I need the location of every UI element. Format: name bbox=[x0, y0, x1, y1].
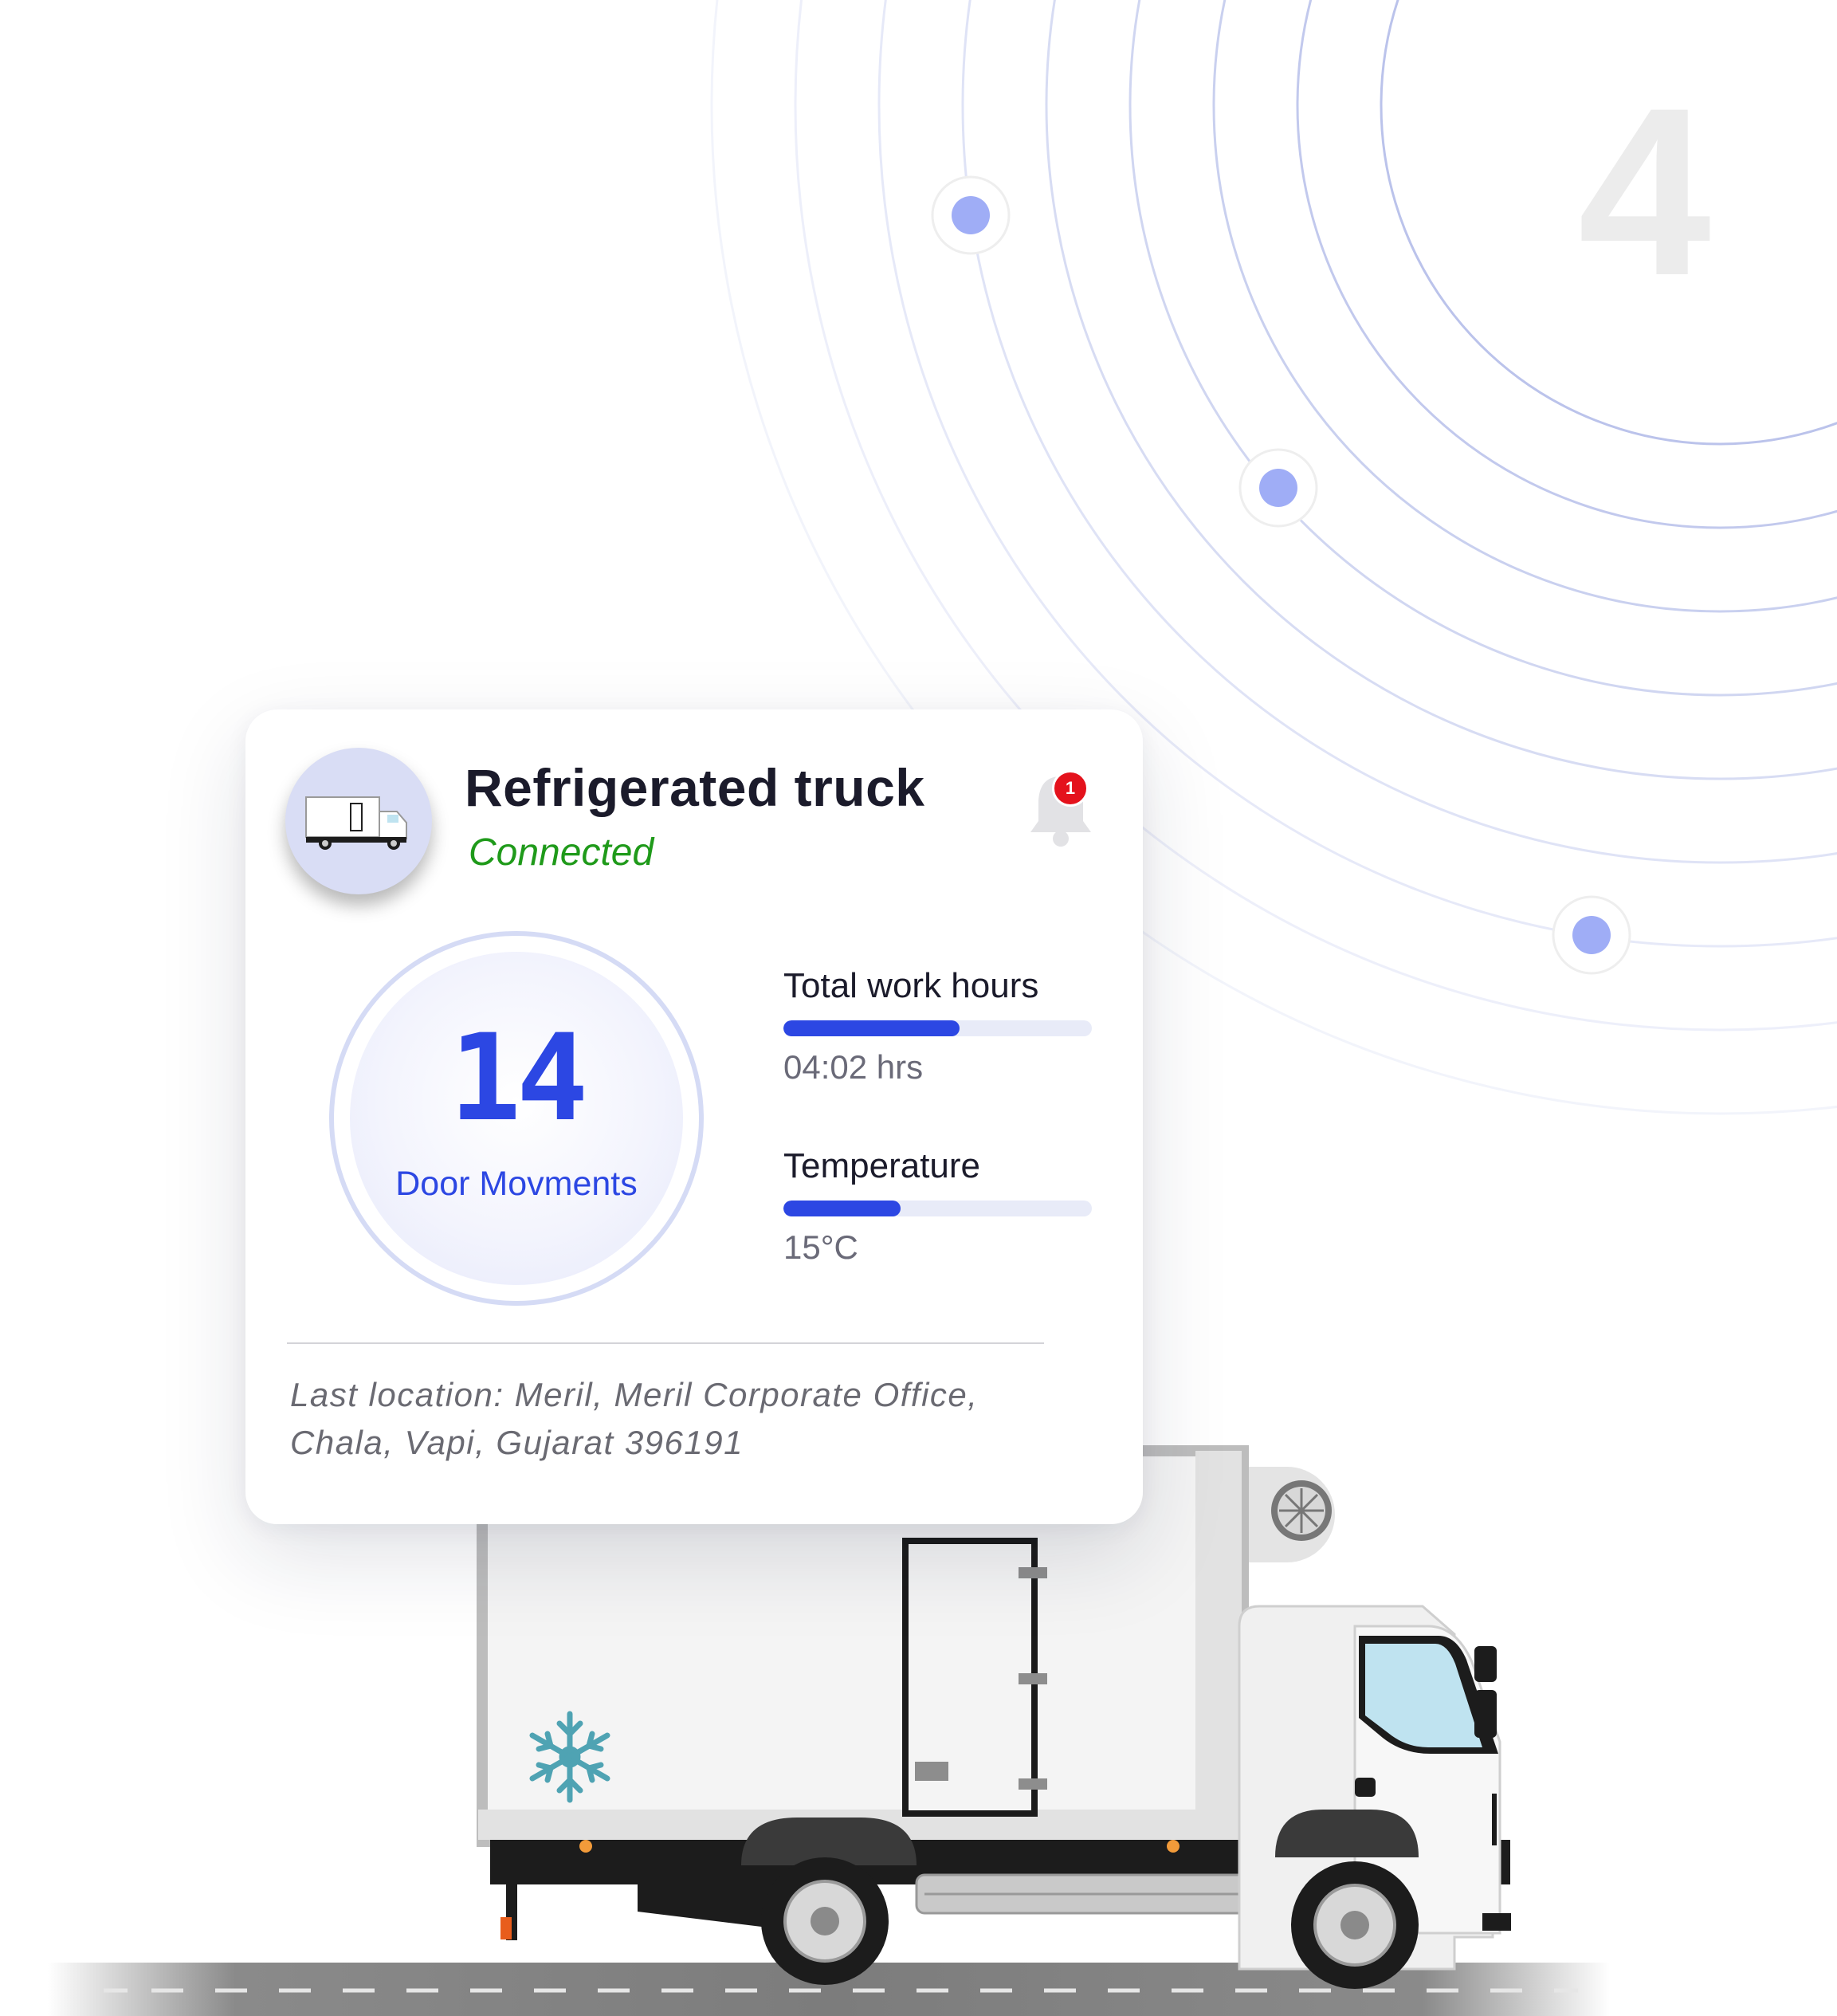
signal-dot bbox=[931, 175, 1011, 255]
door-movements-gauge: 14 Door Movments bbox=[329, 931, 704, 1306]
work-hours-label: Total work hours bbox=[783, 966, 1039, 1005]
step-number: 4 bbox=[1578, 57, 1711, 325]
temperature-bar-fill bbox=[783, 1201, 901, 1216]
truck-icon bbox=[305, 796, 407, 850]
signal-dot bbox=[1552, 895, 1631, 975]
temperature-bar bbox=[783, 1201, 1092, 1216]
location-line-2: Chala, Vapi, Gujarat 396191 bbox=[290, 1424, 744, 1461]
last-location: Last location: Meril, Meril Corporate Of… bbox=[290, 1371, 1103, 1467]
temperature-label: Temperature bbox=[783, 1146, 981, 1185]
work-hours-bar bbox=[783, 1020, 1092, 1036]
wheel bbox=[761, 1857, 889, 1985]
wheel bbox=[1291, 1861, 1419, 1989]
device-card[interactable]: Refrigerated truck Connected 1 14 Door M… bbox=[245, 709, 1143, 1524]
door-movements-label: Door Movments bbox=[395, 1165, 638, 1203]
door-movements-value: 14 bbox=[449, 1009, 589, 1148]
notification-badge: 1 bbox=[1052, 770, 1089, 807]
divider bbox=[287, 1342, 1044, 1344]
connection-status: Connected bbox=[469, 831, 654, 874]
work-hours-value: 04:02 hrs bbox=[783, 1048, 924, 1086]
device-title: Refrigerated truck bbox=[465, 758, 925, 817]
avatar bbox=[285, 748, 432, 894]
truck-illustration bbox=[477, 1445, 1511, 1989]
work-hours-bar-fill bbox=[783, 1020, 960, 1036]
location-line-1: Last location: Meril, Meril Corporate Of… bbox=[290, 1376, 979, 1413]
signal-dot bbox=[1238, 448, 1318, 528]
temperature-value: 15°C bbox=[783, 1228, 858, 1266]
